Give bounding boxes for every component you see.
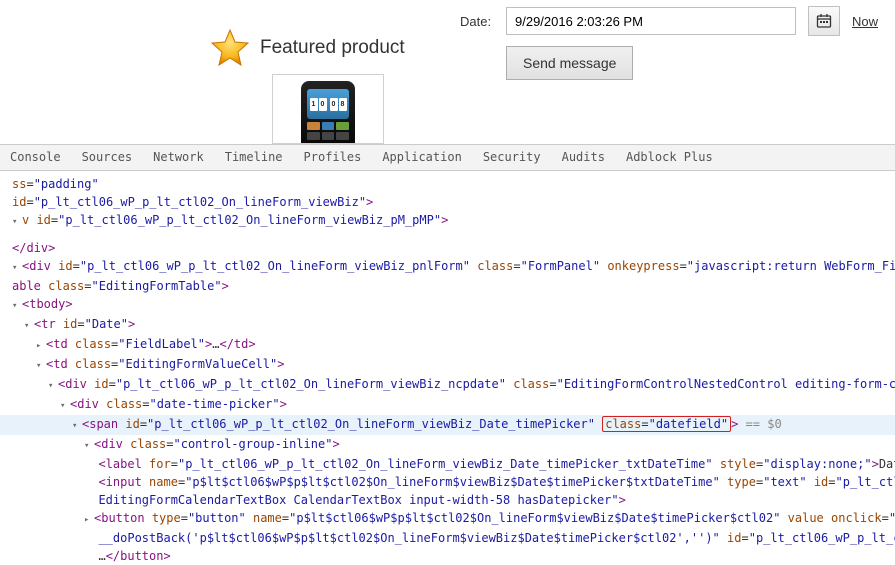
clock-digit: 1 bbox=[310, 98, 318, 111]
devtools-tab[interactable]: Audits bbox=[552, 145, 615, 170]
clock-digit: 0 bbox=[319, 98, 327, 111]
featured-product-title: Featured product bbox=[260, 37, 405, 59]
devtools-tab[interactable]: Adblock Plus bbox=[616, 145, 723, 170]
selected-element-line[interactable]: <span id="p_lt_ctl06_wP_p_lt_ctl02_On_li… bbox=[0, 415, 895, 435]
devtools-panel: Console Sources Network Timeline Profile… bbox=[0, 144, 895, 565]
devtools-tab[interactable]: Sources bbox=[72, 145, 143, 170]
phone-image: 1 0 0 8 bbox=[301, 81, 355, 144]
send-message-button[interactable]: Send message bbox=[506, 46, 633, 80]
devtools-tab[interactable]: Timeline bbox=[215, 145, 293, 170]
now-link[interactable]: Now bbox=[852, 14, 878, 29]
clock-digit: 0 bbox=[330, 98, 338, 111]
devtools-tab[interactable]: Console bbox=[0, 145, 71, 170]
date-label: Date: bbox=[460, 14, 494, 29]
date-input[interactable] bbox=[506, 7, 796, 35]
star-icon bbox=[210, 28, 250, 68]
clock-digit: 8 bbox=[339, 98, 347, 111]
product-card[interactable]: 1 0 0 8 bbox=[272, 74, 384, 144]
devtools-tab[interactable]: Security bbox=[473, 145, 551, 170]
devtools-tabs: Console Sources Network Timeline Profile… bbox=[0, 145, 895, 171]
elements-tree[interactable]: ss="padding" id="p_lt_ctl06_wP_p_lt_ctl0… bbox=[0, 171, 895, 565]
devtools-tab[interactable]: Network bbox=[143, 145, 214, 170]
devtools-tab[interactable]: Application bbox=[372, 145, 471, 170]
calendar-button[interactable] bbox=[808, 6, 840, 36]
devtools-tab[interactable]: Profiles bbox=[294, 145, 372, 170]
calendar-icon bbox=[816, 13, 832, 29]
